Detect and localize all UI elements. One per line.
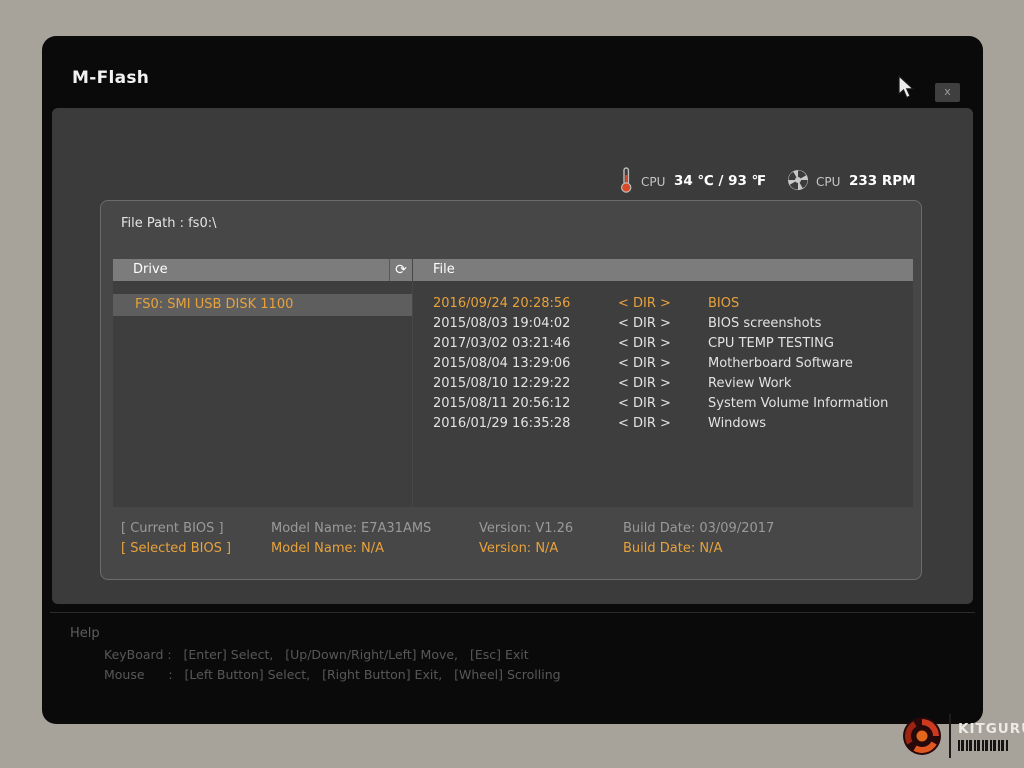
table-row[interactable]: 2015/08/10 12:29:22 < DIR > Review Work bbox=[413, 374, 913, 394]
thermometer-icon bbox=[619, 166, 633, 194]
file-column-header: File bbox=[413, 259, 913, 281]
table-row[interactable]: 2016/09/24 20:28:56 < DIR > BIOS bbox=[413, 294, 913, 314]
file-date: 2015/08/10 12:29:22 bbox=[433, 374, 618, 394]
file-date: 2016/09/24 20:28:56 bbox=[433, 294, 618, 314]
file-name: Windows bbox=[708, 414, 913, 434]
drive-item-selected[interactable]: FS0: SMI USB DISK 1100 bbox=[113, 294, 412, 316]
file-date: 2015/08/11 20:56:12 bbox=[433, 394, 618, 414]
kitguru-divider bbox=[949, 714, 951, 758]
file-type: < DIR > bbox=[618, 334, 708, 354]
help-mouse-line: Mouse : [Left Button] Select, [Right But… bbox=[104, 667, 561, 682]
help-title: Help bbox=[70, 626, 100, 641]
file-date: 2015/08/03 19:04:02 bbox=[433, 314, 618, 334]
file-name: CPU TEMP TESTING bbox=[708, 334, 913, 354]
file-type: < DIR > bbox=[618, 394, 708, 414]
file-type: < DIR > bbox=[618, 314, 708, 334]
bios-info-area: [ Current BIOS ] Model Name: E7A31AMS Ve… bbox=[101, 519, 921, 559]
cpu-temp-value: 34 ℃ / 93 ℉ bbox=[674, 173, 766, 189]
page-title: M-Flash bbox=[72, 68, 149, 88]
kitguru-barcode bbox=[958, 740, 1008, 751]
selected-bios-build: Build Date: N/A bbox=[623, 539, 722, 559]
file-path-label: File Path : fs0:\ bbox=[121, 216, 216, 231]
desktop-background: M-Flash x CPU 34 ℃ / 93 ℉ CPU bbox=[0, 0, 1024, 768]
cpu-fan-value: 233 RPM bbox=[849, 173, 916, 189]
current-bios-build: Build Date: 03/09/2017 bbox=[623, 519, 774, 539]
kitguru-swirl-icon bbox=[902, 716, 942, 756]
file-name: Motherboard Software bbox=[708, 354, 913, 374]
table-row[interactable]: 2015/08/04 13:29:06 < DIR > Motherboard … bbox=[413, 354, 913, 374]
fan-icon bbox=[787, 169, 809, 191]
file-type: < DIR > bbox=[618, 354, 708, 374]
drive-list: FS0: SMI USB DISK 1100 bbox=[113, 281, 412, 507]
current-bios-model: Model Name: E7A31AMS bbox=[271, 519, 431, 539]
close-button[interactable]: x bbox=[935, 83, 960, 102]
table-row[interactable]: 2015/08/03 19:04:02 < DIR > BIOS screens… bbox=[413, 314, 913, 334]
kitguru-logo: KITGURU bbox=[902, 714, 1024, 758]
table-row[interactable]: 2015/08/11 20:56:12 < DIR > System Volum… bbox=[413, 394, 913, 414]
refresh-button[interactable]: ⟳ bbox=[389, 259, 412, 281]
selected-bios-version: Version: N/A bbox=[479, 539, 558, 559]
file-date: 2015/08/04 13:29:06 bbox=[433, 354, 618, 374]
current-bios-label: [ Current BIOS ] bbox=[121, 519, 224, 539]
file-name: BIOS screenshots bbox=[708, 314, 913, 334]
file-name: Review Work bbox=[708, 374, 913, 394]
table-row[interactable]: 2016/01/29 16:35:28 < DIR > Windows bbox=[413, 414, 913, 434]
drive-column-header: Drive bbox=[113, 259, 389, 281]
mflash-window: M-Flash x CPU 34 ℃ / 93 ℉ CPU bbox=[42, 36, 983, 724]
cpu-temp-label: CPU bbox=[641, 175, 665, 189]
selected-bios-row: [ Selected BIOS ] Model Name: N/A Versio… bbox=[101, 539, 921, 559]
table-row[interactable]: 2017/03/02 03:21:46 < DIR > CPU TEMP TES… bbox=[413, 334, 913, 354]
selected-bios-label: [ Selected BIOS ] bbox=[121, 539, 231, 559]
file-date: 2016/01/29 16:35:28 bbox=[433, 414, 618, 434]
file-type: < DIR > bbox=[618, 374, 708, 394]
current-bios-row: [ Current BIOS ] Model Name: E7A31AMS Ve… bbox=[101, 519, 921, 539]
file-name: System Volume Information bbox=[708, 394, 913, 414]
kitguru-wordmark: KITGURU bbox=[958, 721, 1024, 737]
mouse-cursor bbox=[898, 75, 916, 101]
file-name: BIOS bbox=[708, 294, 913, 314]
file-list: 2016/09/24 20:28:56 < DIR > BIOS 2015/08… bbox=[413, 281, 913, 507]
file-browser-panel: File Path : fs0:\ Drive ⟳ File FS0: SMI … bbox=[100, 200, 922, 580]
divider bbox=[50, 612, 975, 613]
main-panel: CPU 34 ℃ / 93 ℉ CPU 233 RPM File Path : … bbox=[52, 108, 973, 604]
current-bios-version: Version: V1.26 bbox=[479, 519, 573, 539]
refresh-icon: ⟳ bbox=[395, 262, 407, 278]
cpu-fan-label: CPU bbox=[816, 175, 840, 189]
file-type: < DIR > bbox=[618, 294, 708, 314]
help-keyboard-line: KeyBoard : [Enter] Select, [Up/Down/Righ… bbox=[104, 647, 529, 662]
file-date: 2017/03/02 03:21:46 bbox=[433, 334, 618, 354]
file-type: < DIR > bbox=[618, 414, 708, 434]
selected-bios-model: Model Name: N/A bbox=[271, 539, 384, 559]
